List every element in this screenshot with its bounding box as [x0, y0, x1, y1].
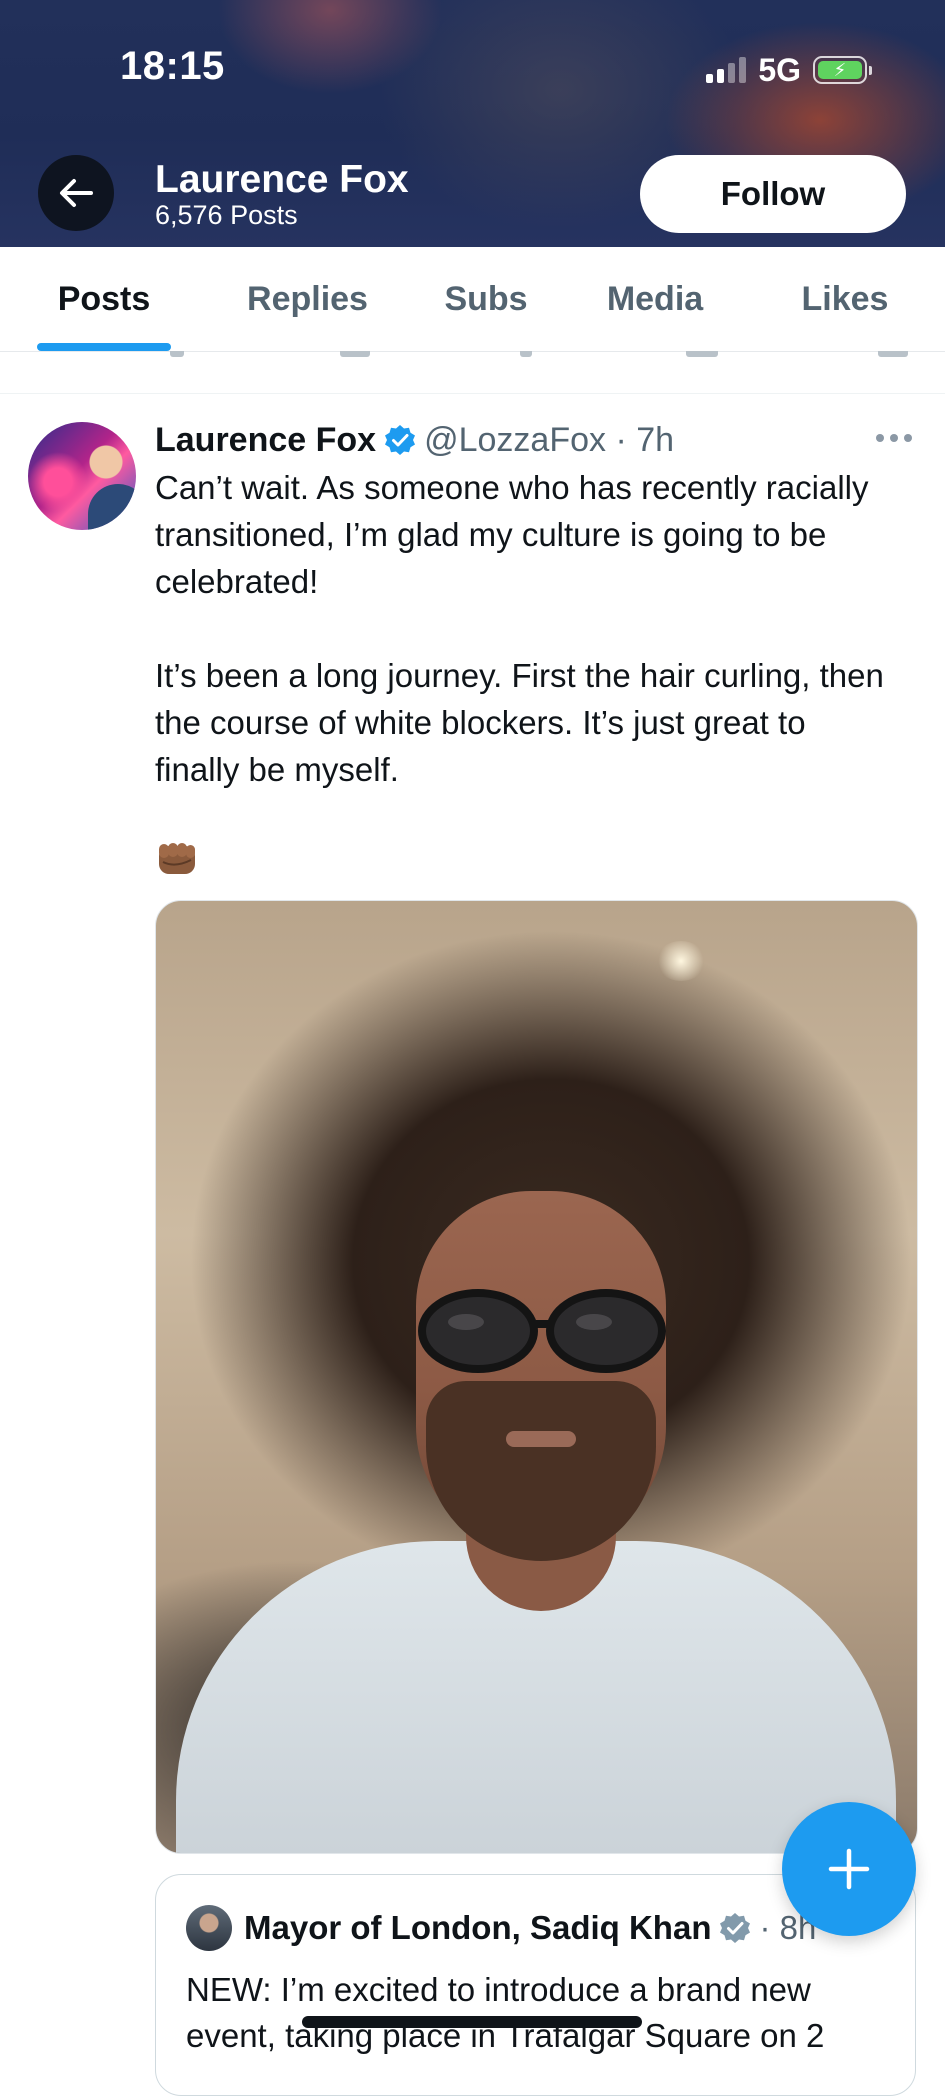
arrow-left-icon — [60, 179, 93, 207]
active-tab-indicator — [37, 343, 171, 351]
tab-replies[interactable]: Replies — [225, 247, 390, 351]
author-handle-time: @LozzaFox · 7h — [424, 420, 675, 459]
signal-icon — [706, 57, 747, 83]
status-time: 18:15 — [120, 44, 225, 88]
status-indicators: 5G ⚡ — [706, 51, 872, 88]
sunglasses-shape — [418, 1289, 666, 1373]
tab-likes[interactable]: Likes — [780, 247, 910, 351]
quoted-post-text: NEW: I’m excited to introduce a brand ne… — [186, 1971, 825, 2054]
author-name[interactable]: Laurence Fox — [155, 421, 376, 460]
post-photo[interactable] — [155, 900, 918, 1854]
post-count: 6,576 Posts — [155, 200, 298, 230]
tab-posts[interactable]: Posts — [37, 247, 171, 351]
network-label: 5G — [758, 51, 801, 88]
previous-post-actions-edge — [0, 351, 945, 394]
quoted-author-name: Mayor of London, Sadiq Khan — [244, 1909, 712, 1946]
post-text: Can’t wait. As someone who has recently … — [155, 464, 895, 793]
back-button[interactable] — [38, 155, 114, 231]
compose-post-button[interactable] — [782, 1802, 916, 1936]
verified-grey-badge-icon — [719, 1912, 751, 1944]
profile-name: Laurence Fox — [155, 158, 409, 201]
home-indicator[interactable] — [302, 2016, 642, 2028]
profile-tabs: Posts Replies Subs Media Likes — [0, 247, 945, 352]
follow-button[interactable]: Follow — [640, 155, 906, 233]
quoted-post-header: Mayor of London, Sadiq Khan · 8h — [244, 1905, 816, 1951]
more-options-icon[interactable] — [876, 432, 912, 444]
verified-badge-icon — [384, 424, 416, 456]
profile-header: 18:15 5G ⚡ Laurence Fox 6,576 Posts Foll… — [0, 0, 945, 247]
plus-icon — [828, 1848, 870, 1890]
post-header: Laurence Fox @LozzaFox · 7h — [155, 418, 674, 462]
post-paragraph-2: It’s been a long journey. First the hair… — [155, 657, 884, 788]
tab-subs[interactable]: Subs — [430, 247, 542, 351]
battery-charging-icon: ⚡ — [813, 56, 872, 84]
fist-emoji-icon — [159, 843, 195, 874]
post-paragraph-1: Can’t wait. As someone who has recently … — [155, 469, 869, 600]
author-avatar[interactable] — [28, 422, 136, 530]
tab-media[interactable]: Media — [590, 247, 720, 351]
quoted-author-avatar — [186, 1905, 232, 1951]
